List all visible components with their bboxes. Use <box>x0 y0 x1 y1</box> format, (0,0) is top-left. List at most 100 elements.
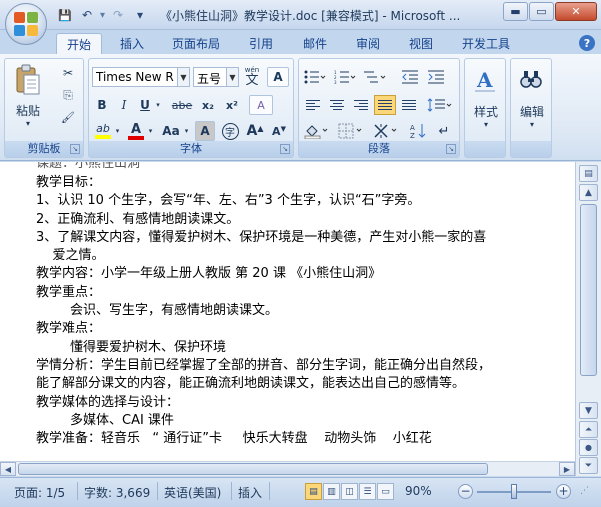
character-border-icon[interactable]: A <box>267 67 289 87</box>
tab-developer[interactable]: 开发工具 <box>452 33 520 54</box>
highlight-dropdown-icon[interactable]: ▾ <box>113 121 122 141</box>
browse-object-icon[interactable]: ● <box>579 439 598 456</box>
previous-page-icon[interactable]: ⏶ <box>579 421 598 438</box>
line-spacing-icon[interactable] <box>425 95 455 115</box>
resize-grip-icon[interactable]: ⋰ <box>580 486 589 496</box>
vertical-scroll-thumb[interactable] <box>580 204 597 376</box>
paste-icon[interactable] <box>13 63 43 97</box>
shading-icon[interactable] <box>302 121 332 141</box>
scroll-up-icon[interactable]: ▲ <box>579 184 598 201</box>
paste-button[interactable]: 粘贴 <box>11 102 45 119</box>
numbering-icon[interactable]: 123 <box>332 67 358 87</box>
show-marks-icon[interactable]: ↵ <box>433 121 455 141</box>
print-layout-view-icon[interactable]: ▤ <box>305 483 322 500</box>
font-size-dropdown-icon[interactable]: ▼ <box>226 67 239 87</box>
zoom-slider-thumb[interactable] <box>511 484 517 499</box>
web-layout-icon[interactable]: ◫ <box>341 483 358 500</box>
distributed-icon[interactable] <box>398 95 420 115</box>
chinese-layout-icon[interactable] <box>371 121 401 141</box>
change-case-button[interactable]: Aa <box>159 121 183 141</box>
align-center-icon[interactable] <box>326 95 348 115</box>
ruler-toggle-icon[interactable]: ▤ <box>579 165 598 182</box>
justify-icon[interactable] <box>374 95 396 115</box>
font-size-combo[interactable]: 五号 <box>193 67 227 87</box>
text-highlight-button[interactable]: ab <box>92 121 114 141</box>
undo-dropdown-icon[interactable]: ▾ <box>100 10 105 21</box>
align-left-icon[interactable] <box>302 95 324 115</box>
minimize-button[interactable]: ▬ <box>503 2 528 21</box>
grow-font-button[interactable]: A ▲ <box>244 121 266 141</box>
paste-dropdown-icon[interactable]: ▾ <box>22 119 34 128</box>
phonetic-guide-button[interactable]: wén 文 <box>241 65 263 89</box>
clear-formatting-icon[interactable]: A <box>249 95 273 115</box>
document-body[interactable]: 教学目标： 1、认识 10 个生字，会写“年、左、右”3 个生字，认识“石”字旁… <box>36 174 566 448</box>
underline-dropdown-icon[interactable]: ▾ <box>153 95 163 115</box>
quick-styles-icon[interactable]: A <box>471 65 499 95</box>
horizontal-scrollbar[interactable]: ◀ ▶ <box>0 461 575 476</box>
clipboard-launcher-icon[interactable]: ↘ <box>70 144 80 154</box>
scroll-left-icon[interactable]: ◀ <box>0 462 16 476</box>
page-indicator[interactable]: 页面: 1/5 <box>14 484 65 501</box>
word-count[interactable]: 字数: 3,669 <box>84 484 150 501</box>
maximize-button[interactable]: ▭ <box>529 2 554 21</box>
shrink-font-button[interactable]: A ▼ <box>268 121 290 141</box>
font-launcher-icon[interactable]: ↘ <box>280 144 290 154</box>
font-name-dropdown-icon[interactable]: ▼ <box>177 67 190 87</box>
next-page-icon[interactable]: ⏷ <box>579 457 598 474</box>
paragraph-launcher-icon[interactable]: ↘ <box>446 144 456 154</box>
underline-button[interactable]: U <box>136 95 154 115</box>
help-icon[interactable]: ? <box>579 35 595 51</box>
tab-home[interactable]: 开始 <box>56 33 103 54</box>
multilevel-list-icon[interactable] <box>362 67 388 87</box>
close-button[interactable]: ✕ <box>555 2 597 21</box>
save-icon[interactable]: 💾 <box>56 6 74 24</box>
editing-dropdown-icon[interactable]: ▾ <box>526 120 538 129</box>
character-shading-icon[interactable]: A <box>195 121 215 141</box>
tab-page-layout[interactable]: 页面布局 <box>162 33 230 54</box>
styles-button[interactable]: 样式 <box>465 103 507 120</box>
cut-icon[interactable]: ✂ <box>57 63 79 83</box>
insert-mode-indicator[interactable]: 插入 <box>238 484 262 501</box>
zoom-in-icon[interactable]: + <box>556 484 571 499</box>
copy-icon[interactable]: ⎘ <box>57 85 79 105</box>
horizontal-scroll-thumb[interactable] <box>18 463 488 475</box>
decrease-indent-icon[interactable] <box>399 67 421 87</box>
scroll-right-icon[interactable]: ▶ <box>559 462 575 476</box>
draft-view-icon[interactable]: ▭ <box>377 483 394 500</box>
strikethrough-button[interactable]: abe <box>169 95 195 115</box>
tab-review[interactable]: 审阅 <box>346 33 390 54</box>
change-case-dropdown-icon[interactable]: ▾ <box>182 121 191 141</box>
zoom-level[interactable]: 90% <box>405 484 432 498</box>
redo-icon[interactable]: ↷ <box>109 6 127 24</box>
tab-mailings[interactable]: 邮件 <box>293 33 337 54</box>
outline-view-icon[interactable]: ☰ <box>359 483 376 500</box>
font-color-dropdown-icon[interactable]: ▾ <box>146 121 155 141</box>
borders-icon[interactable] <box>336 121 366 141</box>
bold-button[interactable]: B <box>92 95 112 115</box>
document-area[interactable]: 课题：小熊住山洞 教学目标： 1、认识 10 个生字，会写“年、左、右”3 个生… <box>0 162 575 476</box>
enclose-characters-button[interactable]: 字 <box>219 121 241 141</box>
tab-references[interactable]: 引用 <box>239 33 283 54</box>
office-button[interactable] <box>5 3 47 45</box>
tab-insert[interactable]: 插入 <box>110 33 154 54</box>
align-right-icon[interactable] <box>350 95 372 115</box>
undo-icon[interactable]: ↶ <box>78 6 96 24</box>
format-painter-icon[interactable]: 🖌 <box>57 107 79 127</box>
language-indicator[interactable]: 英语(美国) <box>164 484 221 501</box>
font-color-button[interactable]: A <box>125 121 147 141</box>
sort-icon[interactable]: AZ <box>407 121 429 141</box>
find-icon[interactable] <box>517 65 545 95</box>
increase-indent-icon[interactable] <box>425 67 447 87</box>
superscript-button[interactable]: x² <box>221 95 243 115</box>
editing-button[interactable]: 编辑 <box>511 103 553 120</box>
full-screen-reading-icon[interactable]: ▥ <box>323 483 340 500</box>
bullets-icon[interactable] <box>302 67 328 87</box>
vertical-scrollbar[interactable]: ▤ ▲ ▼ ⏶ ● ⏷ <box>575 162 601 476</box>
italic-button[interactable]: I <box>114 95 134 115</box>
subscript-button[interactable]: x₂ <box>197 95 219 115</box>
scroll-down-icon[interactable]: ▼ <box>579 402 598 419</box>
customize-qat-icon[interactable]: ▾ <box>131 6 149 24</box>
styles-dropdown-icon[interactable]: ▾ <box>480 120 492 129</box>
zoom-out-icon[interactable]: − <box>458 484 473 499</box>
font-name-combo[interactable]: Times New R <box>92 67 178 87</box>
